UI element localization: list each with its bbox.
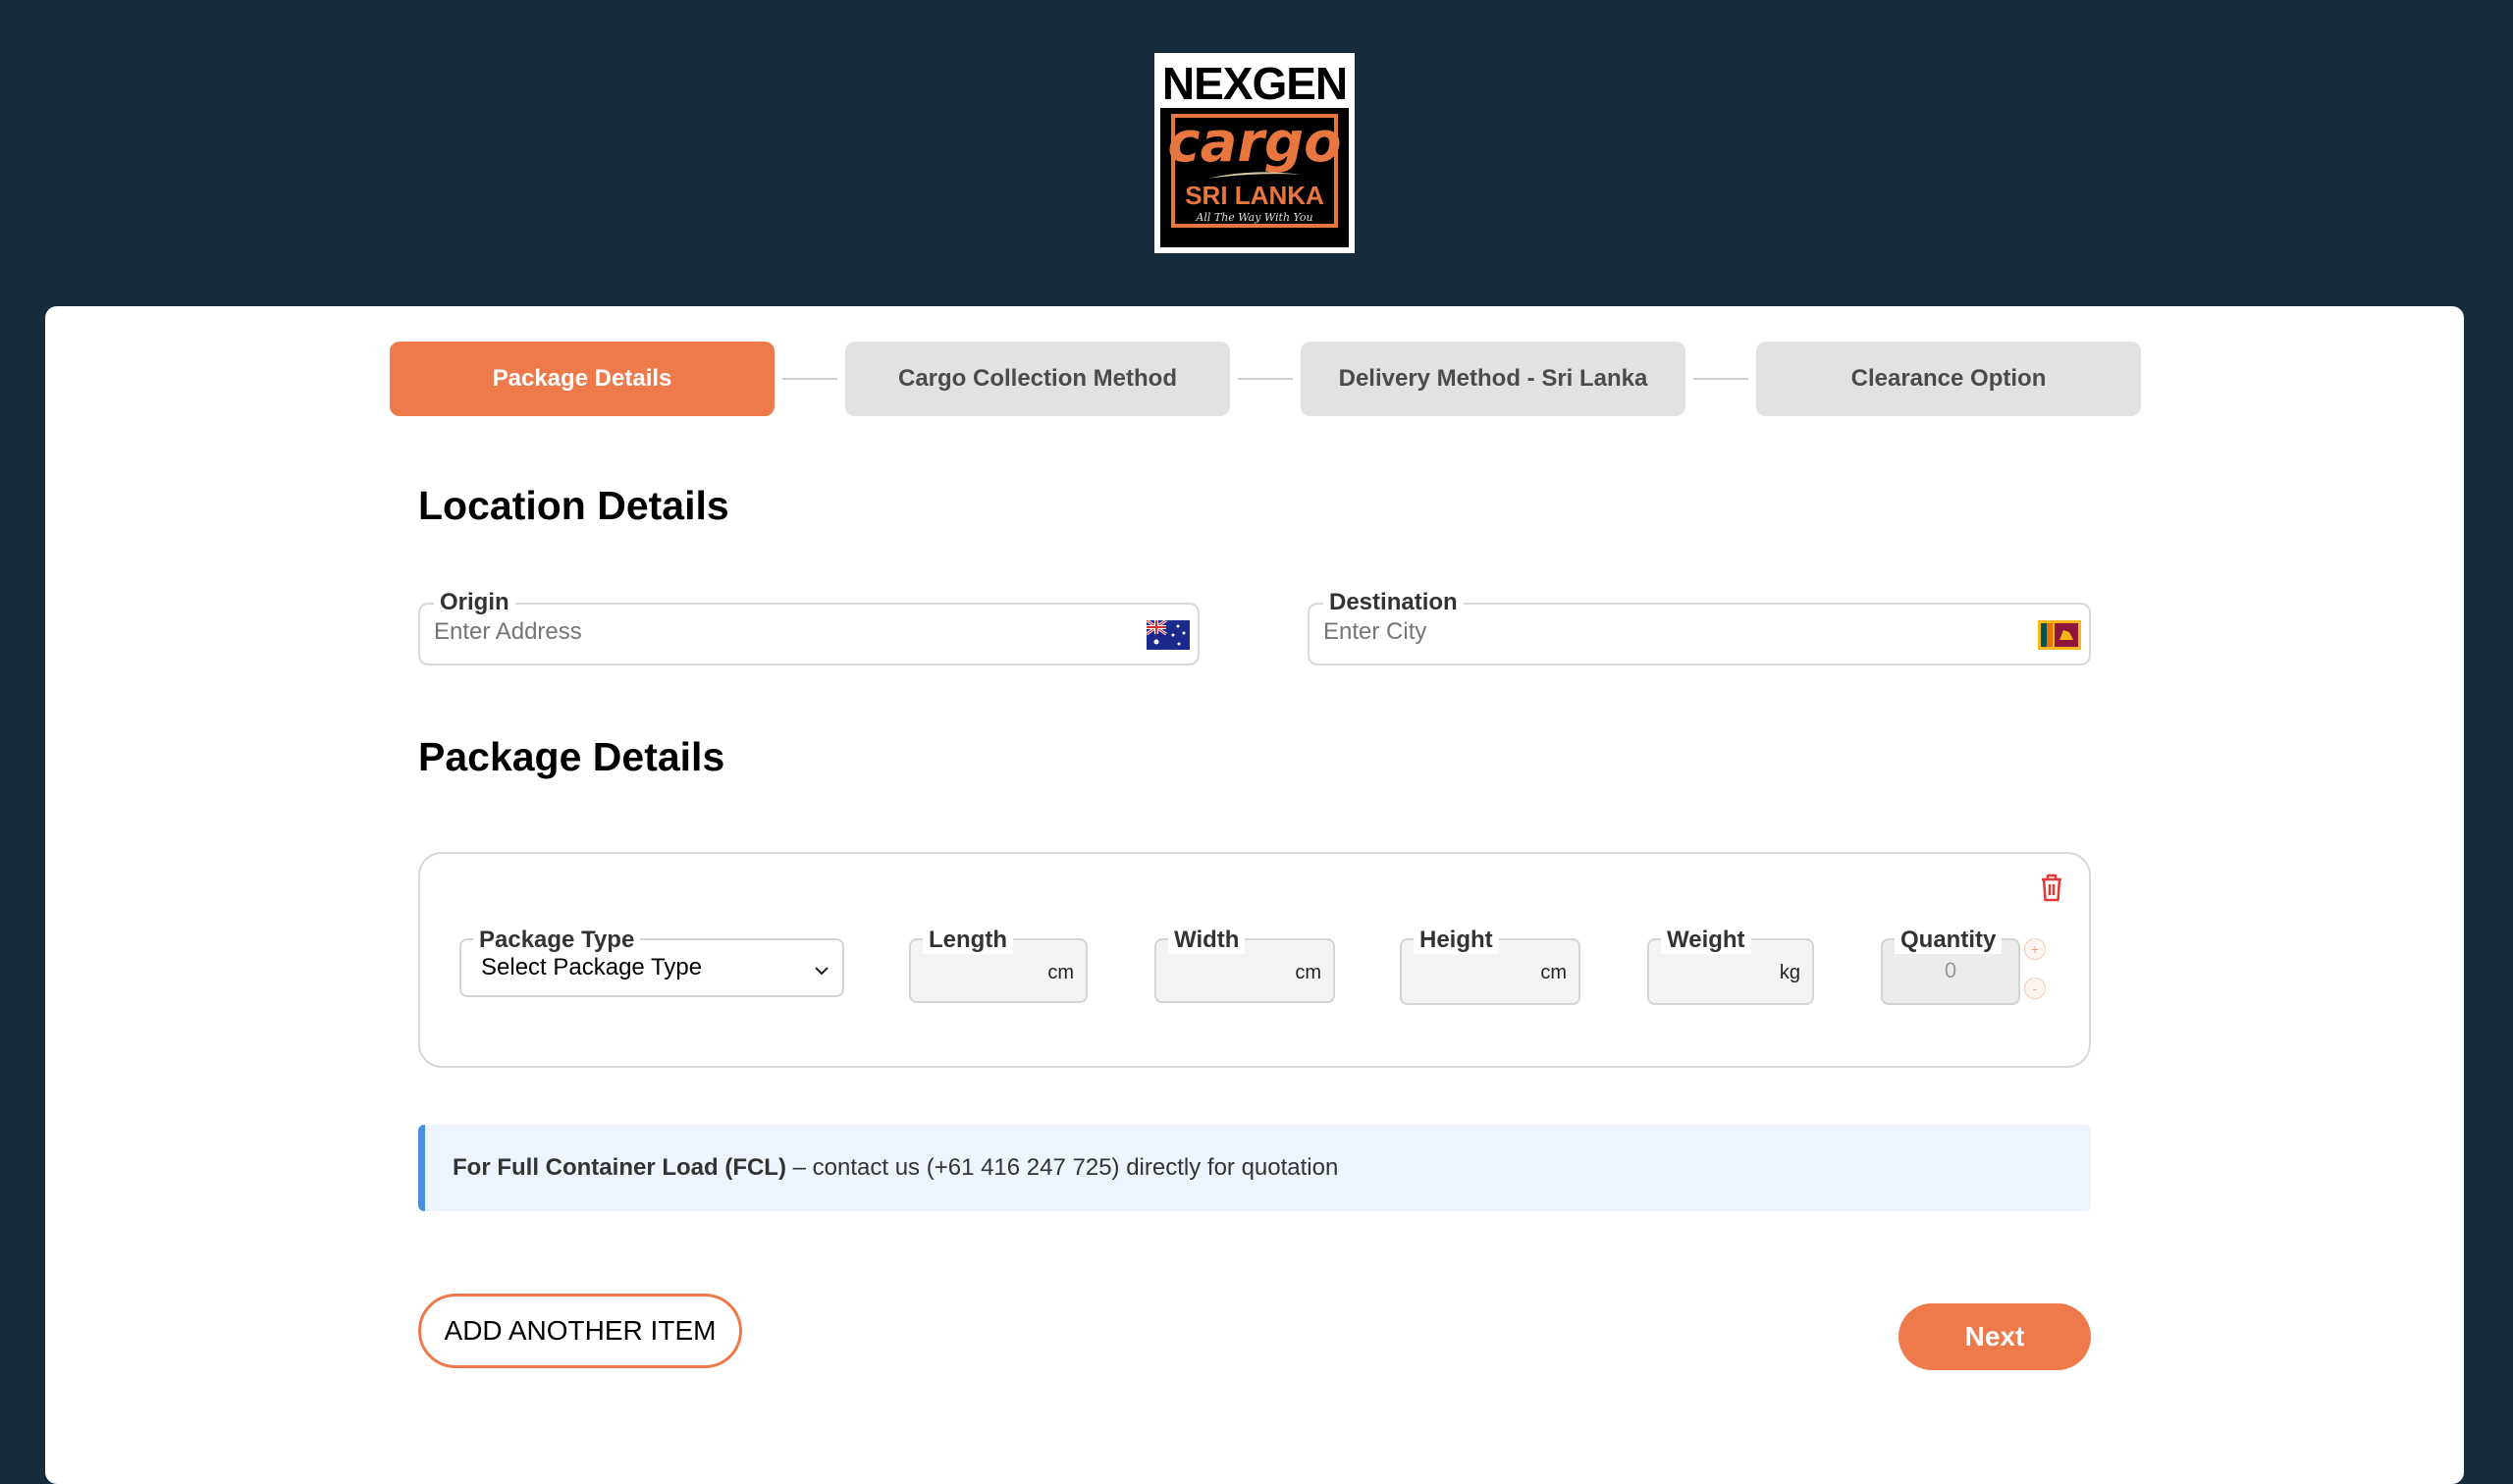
logo-sub-text: SRI LANKA — [1185, 181, 1324, 210]
step-connector — [1238, 378, 1293, 380]
length-unit: cm — [1047, 962, 1074, 983]
add-another-item-button[interactable]: ADD ANOTHER ITEM — [418, 1294, 742, 1368]
length-input[interactable]: Length cm — [909, 927, 1088, 1003]
width-unit: cm — [1295, 962, 1321, 983]
weight-input[interactable]: Weight kg — [1647, 927, 1814, 1005]
notice-bold-text: For Full Container Load (FCL) — [453, 1154, 786, 1181]
quantity-label: Quantity — [1895, 927, 2003, 954]
fcl-notice: For Full Container Load (FCL) – contact … — [418, 1125, 2091, 1211]
australia-flag-icon — [1147, 620, 1190, 650]
quantity-increment-button[interactable]: + — [2024, 938, 2046, 960]
step-delivery-method[interactable]: Delivery Method - Sri Lanka — [1301, 342, 1685, 416]
step-connector — [782, 378, 837, 380]
logo-swoosh-icon — [1208, 172, 1301, 179]
sri-lanka-flag-icon — [2038, 620, 2081, 650]
package-details-title: Package Details — [418, 734, 725, 779]
quantity-decrement-button[interactable]: - — [2024, 978, 2046, 999]
step-connector — [1693, 378, 1748, 380]
step-package-details[interactable]: Package Details — [390, 342, 775, 416]
width-label: Width — [1168, 927, 1246, 954]
next-button[interactable]: Next — [1898, 1303, 2091, 1370]
form-card: Package Details Cargo Collection Method … — [45, 306, 2464, 1484]
chevron-down-icon — [815, 967, 829, 976]
destination-label: Destination — [1323, 589, 1464, 616]
package-type-value: Select Package Type — [481, 954, 703, 980]
origin-field[interactable]: Origin — [418, 589, 1200, 665]
height-unit: cm — [1540, 962, 1567, 983]
nexgen-cargo-logo: NEXGEN cargo SRI LANKA All The Way With … — [1154, 53, 1355, 253]
origin-input[interactable] — [434, 618, 1023, 646]
package-item-card: Package Type Select Package Type Length … — [418, 852, 2091, 1068]
logo-top-text: NEXGEN — [1160, 59, 1349, 109]
logo-tagline: All The Way With You — [1196, 211, 1313, 224]
package-type-select[interactable]: Package Type Select Package Type — [459, 927, 844, 997]
progress-steps: Package Details Cargo Collection Method … — [390, 342, 2141, 416]
destination-field[interactable]: Destination — [1308, 589, 2091, 665]
origin-label: Origin — [434, 589, 515, 616]
quantity-stepper[interactable]: Quantity 0 — [1881, 927, 2020, 1005]
destination-input[interactable] — [1323, 618, 1912, 646]
height-label: Height — [1414, 927, 1499, 954]
width-input[interactable]: Width cm — [1154, 927, 1335, 1003]
weight-unit: kg — [1779, 962, 1800, 983]
length-label: Length — [923, 927, 1013, 954]
location-details-title: Location Details — [418, 483, 729, 528]
package-type-label: Package Type — [473, 927, 641, 954]
height-input[interactable]: Height cm — [1400, 927, 1580, 1005]
step-cargo-collection-method[interactable]: Cargo Collection Method — [845, 342, 1230, 416]
quantity-value: 0 — [1944, 958, 1957, 982]
step-clearance-option[interactable]: Clearance Option — [1756, 342, 2141, 416]
logo-cargo-panel: cargo SRI LANKA All The Way With You — [1167, 114, 1342, 228]
logo-main-text: cargo — [1167, 111, 1342, 175]
notice-text: – contact us (+61 416 247 725) directly … — [785, 1154, 1339, 1181]
trash-icon[interactable] — [2038, 872, 2065, 903]
weight-label: Weight — [1661, 927, 1751, 954]
